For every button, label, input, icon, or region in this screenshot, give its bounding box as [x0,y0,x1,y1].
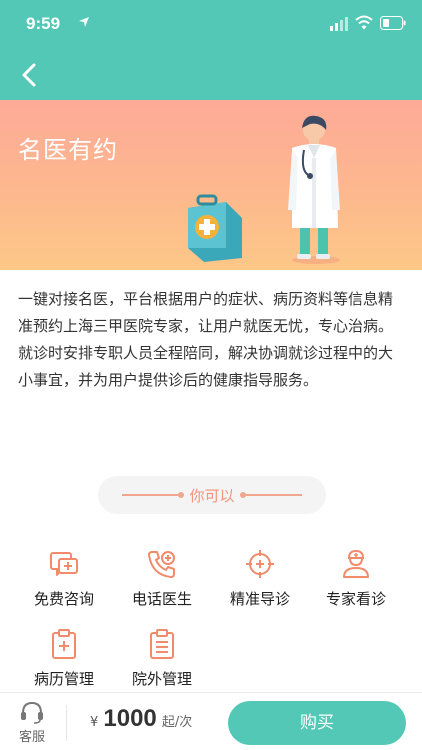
doctor-illustration [188,115,340,264]
feature-free-consult[interactable]: 免费咨询 [14,548,114,609]
wifi-icon [355,15,373,30]
description-paragraph-2: 就诊时安排专职人员全程陪同，解决协调就诊过程中的大小事宜，并为用户提供诊后的健康… [18,344,394,389]
price-currency: ¥ [90,715,99,730]
hero-banner: 名医有约 [0,100,422,270]
feature-phone-doctor[interactable]: 电话医生 [112,548,212,609]
price-display: ¥ 1000 起/次 [90,705,192,733]
status-bar: 9:59 [0,0,422,50]
status-time: 9:59 [26,14,61,33]
description-paragraph-1: 一键对接名医，平台根据用户的症状、病历资料等信息精准预约上海三甲医院专家，让用户… [18,290,394,335]
customer-service-button[interactable]: 客服 [10,699,54,745]
bottom-divider [66,705,67,741]
nav-bar [0,50,422,100]
customer-service-label: 客服 [18,730,45,745]
back-arrow-icon[interactable] [18,62,42,88]
clipboard-plus-icon [52,629,76,659]
battery-icon [380,16,406,30]
location-arrow-icon [79,17,89,27]
price-amount: 1000 [103,705,157,732]
feature-record-management[interactable]: 病历管理 [14,628,114,689]
feature-precise-guide[interactable]: 精准导诊 [210,548,310,609]
banner-title: 名医有约 [18,136,118,164]
feature-label: 专家看诊 [325,590,386,608]
chat-plus-icon [50,552,78,576]
price-unit: 起/次 [161,715,193,730]
divider-line-right [246,494,302,496]
clipboard-lines-icon [150,629,174,659]
target-plus-icon [246,550,274,578]
bottom-bar: 客服 ¥ 1000 起/次 购买 [0,692,422,750]
doctor-icon [343,549,369,578]
feature-grid: 免费咨询 电话医生 精准导诊 专家看诊 病历管理 院外管理 [0,540,422,690]
buy-button[interactable]: 购买 [228,701,406,745]
doctor-figure [288,115,340,264]
feature-label: 电话医生 [131,590,192,608]
feature-label: 院外管理 [131,670,192,688]
medical-kit-icon [188,194,242,262]
section-header: 你可以 [98,476,326,514]
feature-label: 免费咨询 [33,590,94,608]
feature-label: 精准导诊 [229,590,290,608]
feature-outpatient-management[interactable]: 院外管理 [112,628,212,689]
headset-icon [21,701,43,724]
feature-expert-visit[interactable]: 专家看诊 [306,548,406,609]
feature-label: 病历管理 [33,670,94,688]
signal-icon [330,17,348,31]
phone-plus-icon [148,551,175,578]
service-description: 一键对接名医，平台根据用户的症状、病历资料等信息精准预约上海三甲医院专家，让用户… [18,286,406,394]
